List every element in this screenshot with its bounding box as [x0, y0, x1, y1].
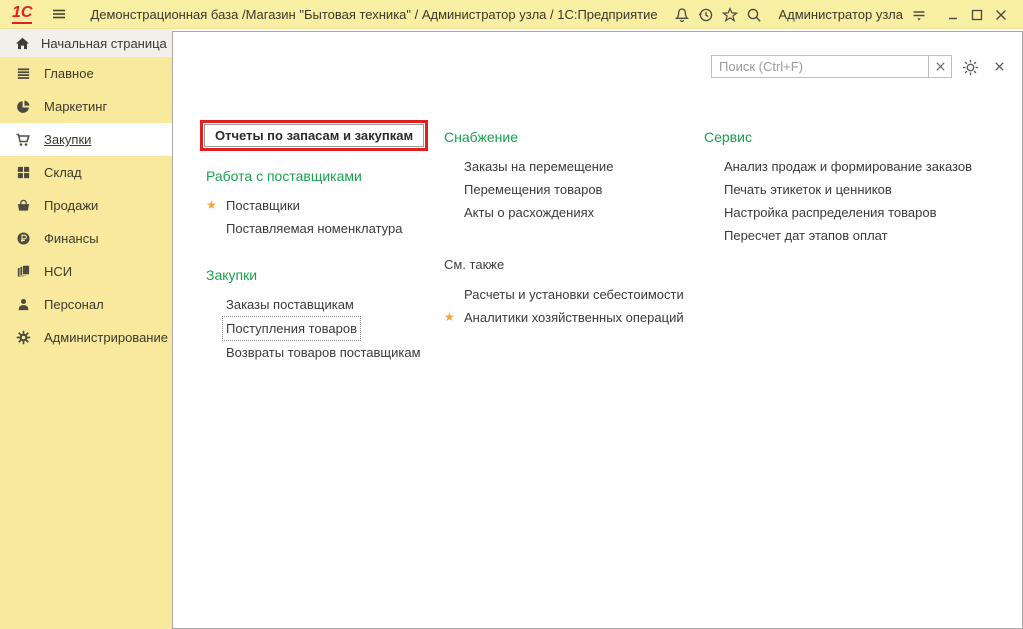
- command-pechat-etiketok[interactable]: Печать этикеток и ценников: [704, 178, 1008, 201]
- command-label: Расчеты и установки себестоимости: [464, 287, 684, 302]
- command-pereschet-dat[interactable]: Пересчет дат этапов оплат: [704, 224, 1008, 247]
- section-heading: Снабжение: [444, 128, 693, 146]
- current-user-label: Администратор узла: [778, 7, 903, 22]
- gear-icon: [15, 330, 31, 345]
- home-label: Начальная страница: [41, 36, 167, 51]
- sidebar-item-prodazhi[interactable]: Продажи: [0, 189, 172, 222]
- command-postavlyaemaya-nomenklatura[interactable]: Поставляемая номенклатура: [206, 217, 440, 240]
- reports-stocks-purchases-button[interactable]: Отчеты по запасам и закупкам: [204, 124, 424, 147]
- command-postupleniya-tovarov[interactable]: Поступления товаров: [206, 316, 440, 341]
- section-heading: Сервис: [704, 128, 1008, 146]
- favorite-star-icon: ★: [444, 306, 455, 329]
- section-suppliers-work: Работа с поставщиками ★ Поставщики Поста…: [206, 167, 440, 240]
- section-heading: См. также: [444, 256, 693, 274]
- panel-close-icon[interactable]: [993, 60, 1006, 73]
- menu-lines-icon: [15, 66, 31, 81]
- service-menu-icon[interactable]: [907, 3, 931, 27]
- sidebar-item-administrirovanie[interactable]: Администрирование: [0, 321, 172, 354]
- search-input[interactable]: [711, 55, 929, 78]
- command-label: Заказы на перемещение: [464, 159, 613, 174]
- search-row: [711, 55, 952, 78]
- command-zakazy-na-peremeshchenie[interactable]: Заказы на перемещение: [444, 155, 693, 178]
- maximize-button[interactable]: [965, 3, 989, 27]
- section-servis: Сервис Анализ продаж и формирование зака…: [704, 128, 1008, 247]
- command-label: Пересчет дат этапов оплат: [724, 228, 888, 243]
- global-search-icon[interactable]: [742, 3, 766, 27]
- sidebar-item-zakupki[interactable]: Закупки: [0, 123, 172, 156]
- menu-column-1: Отчеты по запасам и закупкам Работа с по…: [200, 120, 440, 364]
- sidebar-item-label: НСИ: [44, 264, 72, 279]
- sidebar-item-label: Закупки: [44, 132, 91, 147]
- favorites-star-icon[interactable]: [718, 3, 742, 27]
- command-raschety-sebestoimosti[interactable]: Расчеты и установки себестоимости: [444, 283, 693, 306]
- sidebar-item-label: Персонал: [44, 297, 104, 312]
- sidebar-item-finansy[interactable]: Финансы: [0, 222, 172, 255]
- command-label: Возвраты товаров поставщикам: [226, 345, 421, 360]
- section-see-also: См. также Расчеты и установки себестоимо…: [444, 256, 693, 329]
- sidebar-item-personal[interactable]: Персонал: [0, 288, 172, 321]
- pie-chart-icon: [15, 99, 31, 114]
- cart-icon: [15, 132, 31, 148]
- command-analiz-prodazh[interactable]: Анализ продаж и формирование заказов: [704, 155, 1008, 178]
- sidebar: Главное Маркетинг Закупки: [0, 57, 172, 629]
- sidebar-item-label: Главное: [44, 66, 94, 81]
- sidebar-item-nsi[interactable]: НСИ: [0, 255, 172, 288]
- sidebar-item-label: Финансы: [44, 231, 99, 246]
- close-window-button[interactable]: [989, 3, 1013, 27]
- command-label: Заказы поставщикам: [226, 297, 354, 312]
- command-label: Перемещения товаров: [464, 182, 602, 197]
- command-label: Настройка распределения товаров: [724, 205, 936, 220]
- search-clear-icon[interactable]: [929, 55, 952, 78]
- command-zakazy-postavshchikam[interactable]: Заказы поставщикам: [206, 293, 440, 316]
- section-heading: Работа с поставщиками: [206, 167, 440, 185]
- favorite-star-icon: ★: [206, 194, 217, 217]
- annotation-highlight-box: Отчеты по запасам и закупкам: [200, 120, 428, 151]
- grid-boxes-icon: [15, 165, 31, 180]
- command-postavshchiki[interactable]: ★ Поставщики: [206, 194, 440, 217]
- main-menu-icon[interactable]: [50, 5, 68, 23]
- panel-settings-gear-icon[interactable]: [961, 58, 980, 77]
- 1c-logo: 1С: [12, 5, 32, 24]
- command-label: Акты о расхождениях: [464, 205, 594, 220]
- menu-column-2: Снабжение Заказы на перемещение Перемеще…: [438, 128, 693, 329]
- notifications-bell-icon[interactable]: [670, 3, 694, 27]
- sidebar-item-label: Маркетинг: [44, 99, 107, 114]
- window-title: Демонстрационная база /Магазин "Бытовая …: [90, 7, 657, 22]
- sidebar-item-label: Склад: [44, 165, 82, 180]
- sidebar-item-glavnoe[interactable]: Главное: [0, 57, 172, 90]
- person-icon: [15, 297, 31, 312]
- sidebar-item-label: Администрирование: [44, 330, 168, 345]
- ruble-circle-icon: [15, 231, 31, 246]
- section-heading: Закупки: [206, 266, 440, 284]
- section-snabzhenie: Снабжение Заказы на перемещение Перемеще…: [444, 128, 693, 224]
- command-label: Аналитики хозяйственных операций: [464, 310, 684, 325]
- function-menu-panel: Отчеты по запасам и закупкам Работа с по…: [172, 31, 1023, 629]
- home-icon: [15, 36, 30, 51]
- titlebar-tools: Администратор узла: [670, 0, 1013, 29]
- history-icon[interactable]: [694, 3, 718, 27]
- command-label: Поставляемая номенклатура: [226, 221, 402, 236]
- section-zakupki: Закупки Заказы поставщикам Поступления т…: [206, 266, 440, 364]
- app-window: 1С Демонстрационная база /Магазин "Бытов…: [0, 0, 1023, 629]
- command-vozvraty-tovarov[interactable]: Возвраты товаров поставщикам: [206, 341, 440, 364]
- command-peremeshcheniya-tovarov[interactable]: Перемещения товаров: [444, 178, 693, 201]
- sidebar-item-home[interactable]: Начальная страница: [0, 29, 172, 57]
- titlebar: 1С Демонстрационная база /Магазин "Бытов…: [0, 0, 1023, 29]
- command-nastroyka-raspredeleniya[interactable]: Настройка распределения товаров: [704, 201, 1008, 224]
- command-label: Поставщики: [226, 198, 300, 213]
- menu-column-3: Сервис Анализ продаж и формирование зака…: [698, 128, 1008, 247]
- minimize-button[interactable]: [941, 3, 965, 27]
- command-label-focused: Поступления товаров: [222, 316, 361, 341]
- sidebar-item-marketing[interactable]: Маркетинг: [0, 90, 172, 123]
- command-akty-o-raskhozhdeniyakh[interactable]: Акты о расхождениях: [444, 201, 693, 224]
- command-label: Анализ продаж и формирование заказов: [724, 159, 972, 174]
- sidebar-item-sklad[interactable]: Склад: [0, 156, 172, 189]
- stacked-books-icon: [15, 264, 31, 279]
- basket-icon: [15, 198, 31, 213]
- command-analitiki-operatsiy[interactable]: ★ Аналитики хозяйственных операций: [444, 306, 693, 329]
- sidebar-item-label: Продажи: [44, 198, 98, 213]
- command-label: Печать этикеток и ценников: [724, 182, 892, 197]
